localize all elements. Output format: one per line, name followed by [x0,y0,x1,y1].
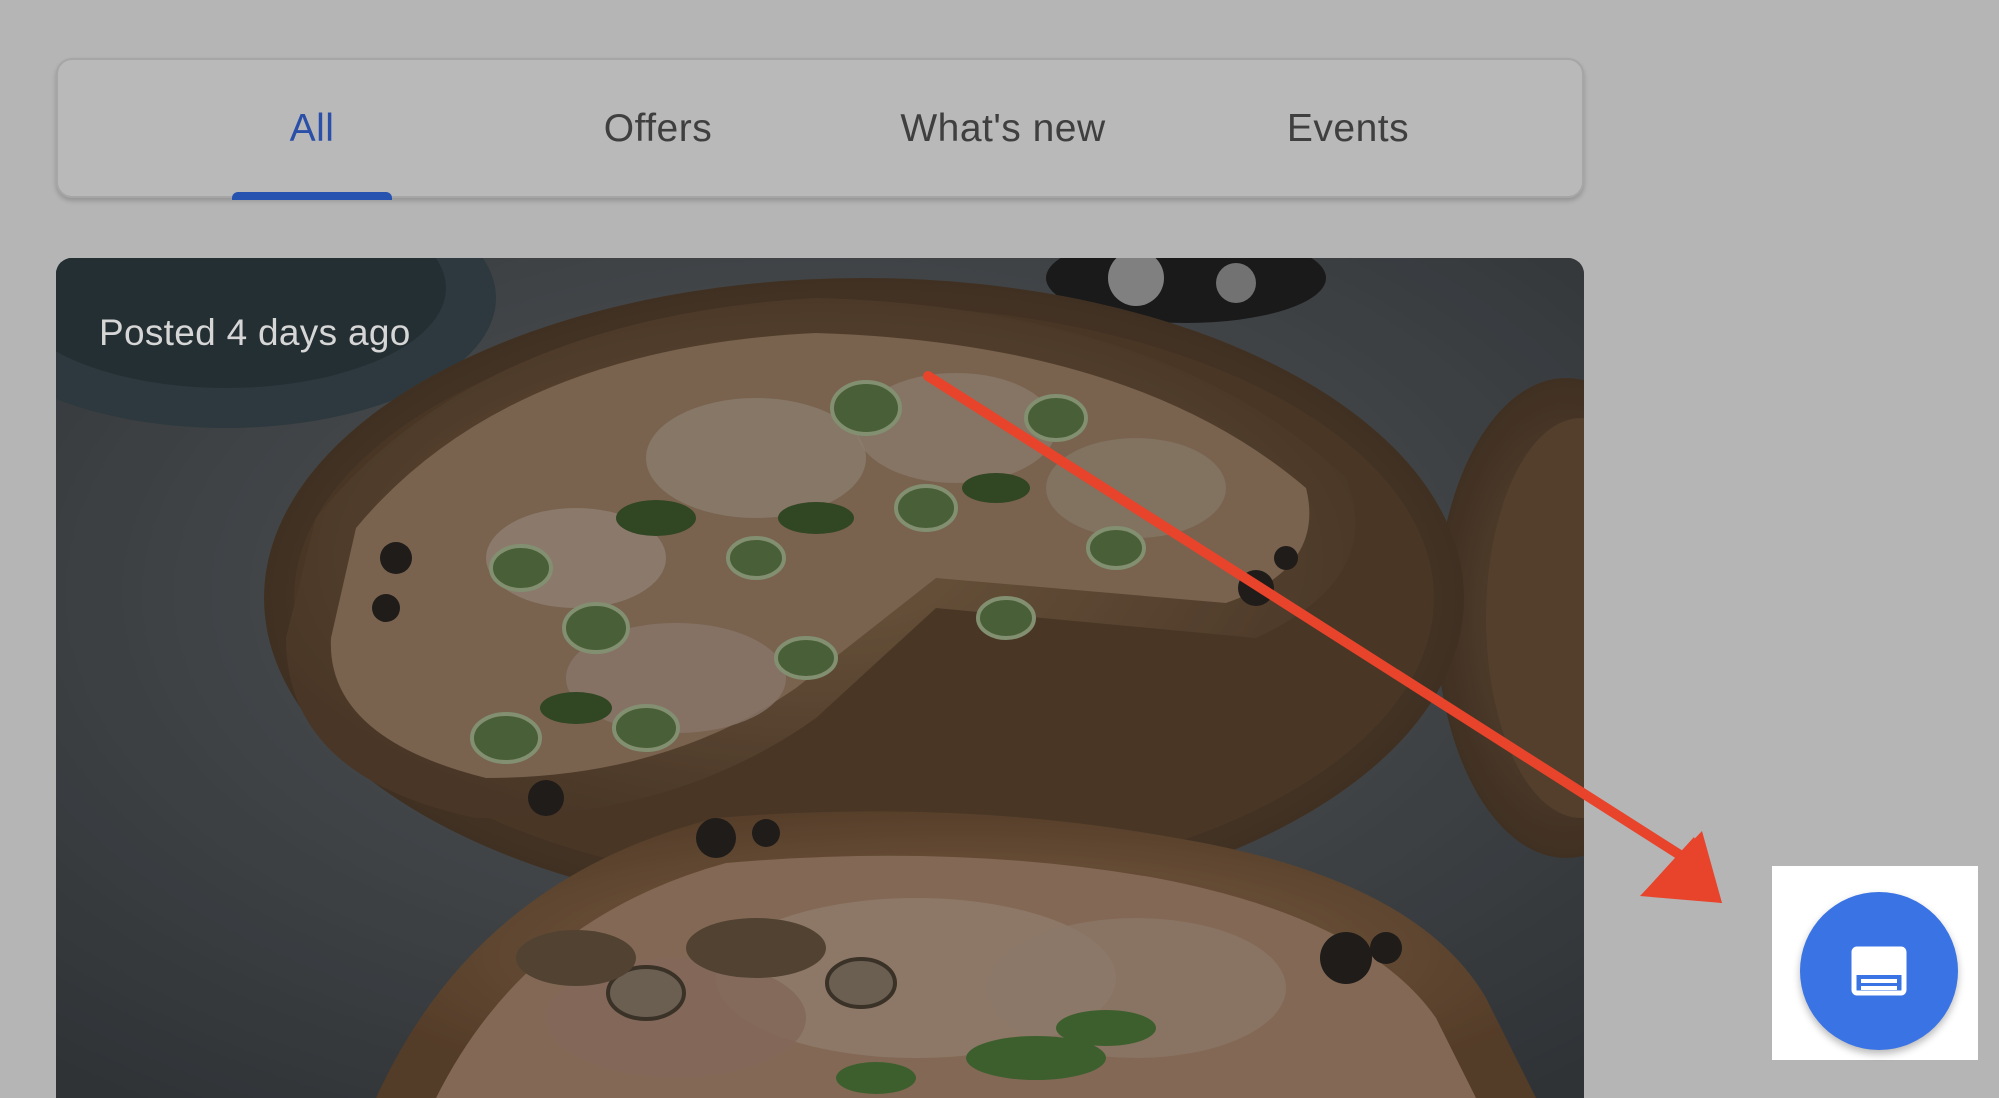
pointer-arrow-icon [923,371,1722,903]
